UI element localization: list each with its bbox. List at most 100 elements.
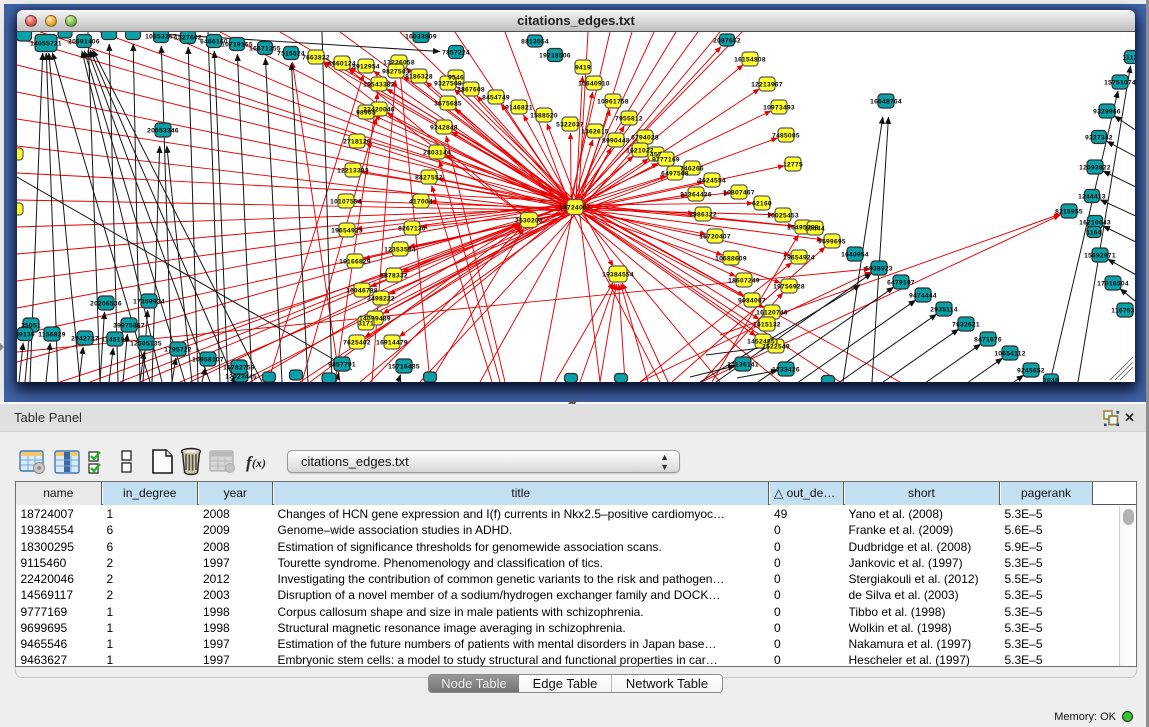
svg-text:9146821: 9146821 <box>505 105 533 112</box>
svg-text:3171: 3171 <box>358 321 374 328</box>
svg-text:10107554: 10107554 <box>330 199 362 206</box>
svg-text:12775: 12775 <box>783 162 803 169</box>
svg-text:19654923: 19654923 <box>331 228 363 235</box>
svg-text:8454749: 8454749 <box>482 95 510 102</box>
svg-text:20053346: 20053346 <box>147 128 179 135</box>
svg-text:10688609: 10688609 <box>715 256 747 263</box>
svg-text:8267130: 8267130 <box>398 226 426 233</box>
svg-text:15692971: 15692971 <box>1084 253 1116 260</box>
svg-text:2718126: 2718126 <box>343 139 371 146</box>
svg-text:12213967: 12213967 <box>751 82 783 89</box>
svg-text:10961758: 10961758 <box>597 99 629 106</box>
svg-text:12353594: 12353594 <box>384 247 416 254</box>
svg-text:3675685: 3675685 <box>434 101 462 108</box>
svg-text:6479197: 6479197 <box>887 280 915 287</box>
svg-text:9242848: 9242848 <box>430 125 458 132</box>
svg-text:8186328: 8186328 <box>405 74 433 81</box>
svg-text:9699695: 9699695 <box>818 239 846 246</box>
svg-text:62160: 62160 <box>752 201 772 208</box>
svg-text:18607249: 18607249 <box>728 278 760 285</box>
svg-text:21364436: 21364436 <box>680 192 712 199</box>
svg-text:9227342: 9227342 <box>1085 135 1113 142</box>
svg-text:2867608: 2867608 <box>457 87 485 94</box>
svg-text:16210643: 16210643 <box>1079 220 1111 227</box>
svg-text:14136141: 14136141 <box>727 362 759 369</box>
svg-text:14055721: 14055721 <box>30 41 62 48</box>
svg-text:8215955: 8215955 <box>1055 209 1083 216</box>
svg-text:16648764: 16648764 <box>870 99 902 106</box>
svg-text:12505135: 12505135 <box>130 341 162 348</box>
svg-text:7663822: 7663822 <box>302 55 330 62</box>
svg-text:19654924: 19654924 <box>783 255 815 262</box>
svg-text:10654112: 10654112 <box>994 351 1025 358</box>
svg-text:9245652: 9245652 <box>1017 368 1045 375</box>
svg-text:8660124: 8660124 <box>328 61 356 68</box>
svg-text:15720407: 15720407 <box>699 234 731 241</box>
svg-text:7955812: 7955812 <box>615 116 643 123</box>
svg-text:98965: 98965 <box>356 110 376 117</box>
svg-text:1164: 1164 <box>1086 230 1102 237</box>
svg-text:16914479: 16914479 <box>376 340 408 347</box>
svg-text:18724007: 18724007 <box>559 205 591 212</box>
svg-text:8990448: 8990448 <box>602 138 630 145</box>
svg-text:8813054: 8813054 <box>521 39 549 46</box>
svg-text:3624554: 3624554 <box>698 178 726 185</box>
svg-text:1615132: 1615132 <box>753 322 781 329</box>
svg-text:10543382: 10543382 <box>363 82 395 89</box>
svg-text:12023445: 12023445 <box>225 374 257 381</box>
svg-text:1244413: 1244413 <box>1078 194 1106 201</box>
svg-text:9777169: 9777169 <box>652 157 680 164</box>
svg-text:19166829: 19166829 <box>339 259 371 266</box>
svg-text:9419: 9419 <box>575 65 591 72</box>
svg-text:9329966: 9329966 <box>1093 109 1121 116</box>
svg-text:7515524: 7515524 <box>277 51 305 58</box>
svg-text:8878332: 8878332 <box>380 273 408 280</box>
svg-text:9474444: 9474444 <box>909 293 937 300</box>
svg-text:6794028: 6794028 <box>631 135 659 142</box>
svg-text:2087652: 2087652 <box>713 38 741 45</box>
svg-text:5322037: 5322037 <box>556 122 584 129</box>
svg-text:16444: 16444 <box>805 226 825 233</box>
svg-text:7485005: 7485005 <box>772 133 800 140</box>
svg-text:6497568: 6497568 <box>661 171 689 178</box>
svg-text:1048: 1048 <box>1043 378 1059 383</box>
svg-text:10807467: 10807467 <box>723 190 755 197</box>
svg-text:1588520: 1588520 <box>530 113 558 120</box>
svg-text:1795722: 1795722 <box>164 347 192 354</box>
svg-text:1640954: 1640954 <box>841 252 869 259</box>
svg-text:10973493: 10973493 <box>763 105 795 112</box>
svg-text:2942737: 2942737 <box>71 336 99 343</box>
svg-text:(x): (x) <box>252 456 266 470</box>
svg-text:20691406: 20691406 <box>68 39 100 46</box>
svg-text:10025453: 10025453 <box>767 213 799 220</box>
svg-text:17016504: 17016504 <box>1097 281 1129 288</box>
svg-text:16120746: 16120746 <box>756 310 788 317</box>
svg-text:2530203: 2530203 <box>515 218 543 225</box>
svg-text:417004: 417004 <box>409 199 433 206</box>
svg-text:5938923: 5938923 <box>865 266 893 273</box>
svg-text:7625402: 7625402 <box>343 340 371 347</box>
svg-text:1156829: 1156829 <box>38 332 65 339</box>
svg-text:39975867: 39975867 <box>113 323 145 330</box>
svg-text:10958107: 10958107 <box>192 357 224 364</box>
svg-text:1527602: 1527602 <box>174 35 202 42</box>
svg-text:16154808: 16154808 <box>734 57 766 64</box>
svg-text:10719155: 10719155 <box>221 42 253 49</box>
svg-text:7986322: 7986322 <box>689 212 717 219</box>
svg-text:2803144: 2803144 <box>423 150 451 157</box>
svg-text:17359934: 17359934 <box>133 299 165 306</box>
svg-text:9857791: 9857791 <box>328 362 356 369</box>
svg-text:16033809: 16033809 <box>405 34 437 41</box>
svg-text:35051: 35051 <box>21 323 41 330</box>
svg-text:1167533: 1167533 <box>1111 308 1135 315</box>
svg-text:8471676: 8471676 <box>974 337 1002 344</box>
svg-text:8427552: 8427552 <box>415 175 443 182</box>
svg-text:39139: 39139 <box>17 332 35 339</box>
svg-text:11124: 11124 <box>1122 55 1135 62</box>
svg-text:19218506: 19218506 <box>539 53 571 60</box>
svg-text:19384554: 19384554 <box>602 272 634 279</box>
svg-text:15716485: 15716485 <box>388 364 420 371</box>
svg-text:8912954: 8912954 <box>352 64 380 71</box>
svg-text:10853267: 10853267 <box>145 34 177 41</box>
svg-text:16782759: 16782759 <box>223 365 255 372</box>
